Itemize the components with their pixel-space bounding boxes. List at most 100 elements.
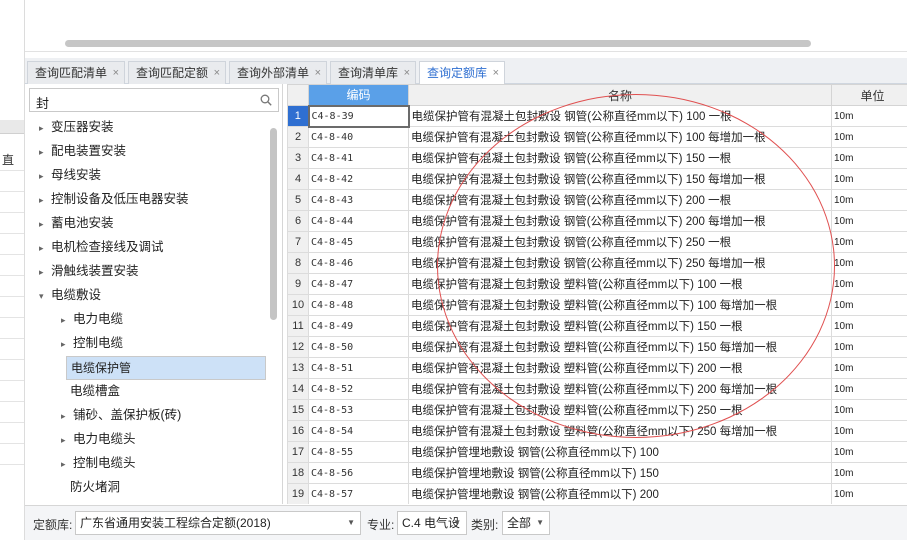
tree-item-cable-laying[interactable]: ▾ 电缆敷设 bbox=[39, 284, 101, 306]
table-row[interactable]: 9 C4-8-47 电缆保护管有混凝土包封敷设 塑料管(公称直径mm以下) 100 … bbox=[287, 273, 907, 295]
name-cell[interactable]: 电缆保护管有混凝土包封敷设 钢管(公称直径mm以下) 250 每增加一根 bbox=[408, 252, 832, 274]
code-cell[interactable]: C4-8-57 bbox=[308, 483, 409, 504]
code-cell[interactable]: C4-8-54 bbox=[308, 420, 409, 442]
row-number[interactable]: 9 bbox=[287, 273, 309, 295]
unit-column-header[interactable]: 单位 bbox=[831, 84, 907, 106]
row-number[interactable]: 13 bbox=[287, 357, 309, 379]
code-cell[interactable]: C4-8-45 bbox=[308, 231, 409, 253]
tree-item-control-cable-head[interactable]: ▸ 控制电缆头 bbox=[61, 452, 136, 474]
row-number[interactable]: 10 bbox=[287, 294, 309, 316]
code-cell[interactable]: C4-8-53 bbox=[308, 399, 409, 421]
tree-item-control-cable[interactable]: ▸ 控制电缆 bbox=[61, 332, 123, 354]
expand-arrow-icon[interactable]: ▸ bbox=[39, 141, 51, 163]
unit-cell[interactable]: 10m bbox=[831, 189, 907, 211]
tree-item-battery[interactable]: ▸ 蓄电池安装 bbox=[39, 212, 114, 234]
tab-query-external-list[interactable]: 查询外部清单 × bbox=[229, 61, 327, 84]
expand-arrow-icon[interactable]: ▸ bbox=[39, 165, 51, 187]
unit-cell[interactable]: 10m bbox=[831, 294, 907, 316]
code-cell[interactable]: C4-8-49 bbox=[308, 315, 409, 337]
name-column-header[interactable]: 名称 bbox=[408, 84, 832, 106]
expand-arrow-icon[interactable]: ▸ bbox=[61, 429, 73, 451]
code-cell[interactable]: C4-8-50 bbox=[308, 336, 409, 358]
row-number[interactable]: 1 bbox=[287, 105, 309, 127]
unit-cell[interactable]: 10m bbox=[831, 336, 907, 358]
tree-vertical-scrollbar[interactable] bbox=[270, 128, 277, 320]
unit-cell[interactable]: 10m bbox=[831, 231, 907, 253]
unit-cell[interactable]: 10m bbox=[831, 357, 907, 379]
row-number[interactable]: 16 bbox=[287, 420, 309, 442]
row-number[interactable]: 5 bbox=[287, 189, 309, 211]
expand-arrow-icon[interactable]: ▸ bbox=[39, 237, 51, 259]
unit-cell[interactable]: 10m bbox=[831, 441, 907, 463]
name-cell[interactable]: 电缆保护管有混凝土包封敷设 钢管(公称直径mm以下) 100 一根 bbox=[408, 105, 832, 127]
code-cell[interactable]: C4-8-43 bbox=[308, 189, 409, 211]
unit-cell[interactable]: 10m bbox=[831, 168, 907, 190]
tree-item-trolley-line[interactable]: ▸ 滑触线装置安装 bbox=[39, 260, 139, 282]
name-cell[interactable]: 电缆保护管有混凝土包封敷设 塑料管(公称直径mm以下) 200 每增加一根 bbox=[408, 378, 832, 400]
code-cell[interactable]: C4-8-51 bbox=[308, 357, 409, 379]
close-icon[interactable]: × bbox=[404, 62, 410, 84]
table-row[interactable]: 7 C4-8-45 电缆保护管有混凝土包封敷设 钢管(公称直径mm以下) 250 一… bbox=[287, 231, 907, 253]
unit-cell[interactable]: 10m bbox=[831, 252, 907, 274]
tab-query-matching-quota[interactable]: 查询匹配定额 × bbox=[128, 61, 226, 84]
close-icon[interactable]: × bbox=[315, 62, 321, 84]
code-cell[interactable]: C4-8-42 bbox=[308, 168, 409, 190]
tab-query-matching-list[interactable]: 查询匹配清单 × bbox=[27, 61, 125, 84]
name-cell[interactable]: 电缆保护管有混凝土包封敷设 塑料管(公称直径mm以下) 100 每增加一根 bbox=[408, 294, 832, 316]
name-cell[interactable]: 电缆保护管埋地敷设 钢管(公称直径mm以下) 150 bbox=[408, 462, 832, 484]
expand-arrow-icon[interactable]: ▸ bbox=[39, 117, 51, 139]
table-row[interactable]: 11 C4-8-49 电缆保护管有混凝土包封敷设 塑料管(公称直径mm以下) 150… bbox=[287, 315, 907, 337]
tree-item-fire-sealing[interactable]: 防火堵洞 bbox=[70, 476, 120, 498]
row-number[interactable]: 14 bbox=[287, 378, 309, 400]
name-cell[interactable]: 电缆保护管有混凝土包封敷设 塑料管(公称直径mm以下) 200 一根 bbox=[408, 357, 832, 379]
collapse-arrow-icon[interactable]: ▾ bbox=[39, 285, 51, 307]
row-number[interactable]: 17 bbox=[287, 441, 309, 463]
code-cell[interactable]: C4-8-55 bbox=[308, 441, 409, 463]
tree-item-power-cable[interactable]: ▸ 电力电缆 bbox=[61, 308, 123, 330]
unit-cell[interactable]: 10m bbox=[831, 399, 907, 421]
table-row[interactable]: 1 C4-8-39 电缆保护管有混凝土包封敷设 钢管(公称直径mm以下) 100 一… bbox=[287, 104, 907, 128]
close-icon[interactable]: × bbox=[113, 62, 119, 84]
unit-cell[interactable]: 10m bbox=[831, 147, 907, 169]
table-row[interactable]: 16 C4-8-54 电缆保护管有混凝土包封敷设 塑料管(公称直径mm以下) 250… bbox=[287, 420, 907, 442]
table-row[interactable]: 3 C4-8-41 电缆保护管有混凝土包封敷设 钢管(公称直径mm以下) 150 一… bbox=[287, 147, 907, 169]
name-cell[interactable]: 电缆保护管有混凝土包封敷设 钢管(公称直径mm以下) 200 一根 bbox=[408, 189, 832, 211]
expand-arrow-icon[interactable]: ▸ bbox=[39, 213, 51, 235]
name-cell[interactable]: 电缆保护管有混凝土包封敷设 钢管(公称直径mm以下) 200 每增加一根 bbox=[408, 210, 832, 232]
table-row[interactable]: 14 C4-8-52 电缆保护管有混凝土包封敷设 塑料管(公称直径mm以下) 200… bbox=[287, 378, 907, 400]
table-row[interactable]: 18 C4-8-56 电缆保护管埋地敷设 钢管(公称直径mm以下) 150 10m bbox=[287, 462, 907, 484]
code-cell[interactable]: C4-8-52 bbox=[308, 378, 409, 400]
tree-item-control-equipment[interactable]: ▸ 控制设备及低压电器安装 bbox=[39, 188, 189, 210]
table-row[interactable]: 17 C4-8-55 电缆保护管埋地敷设 钢管(公称直径mm以下) 100 10m bbox=[287, 441, 907, 463]
row-number[interactable]: 4 bbox=[287, 168, 309, 190]
expand-arrow-icon[interactable]: ▸ bbox=[61, 453, 73, 475]
row-number[interactable]: 7 bbox=[287, 231, 309, 253]
tree-item-transformer[interactable]: ▸ 变压器安装 bbox=[39, 116, 114, 138]
unit-cell[interactable]: 10m bbox=[831, 462, 907, 484]
table-row[interactable]: 2 C4-8-40 电缆保护管有混凝土包封敷设 钢管(公称直径mm以下) 100 每… bbox=[287, 126, 907, 148]
table-row[interactable]: 13 C4-8-51 电缆保护管有混凝土包封敷设 塑料管(公称直径mm以下) 200… bbox=[287, 357, 907, 379]
tree-item-busbar[interactable]: ▸ 母线安装 bbox=[39, 164, 101, 186]
code-cell[interactable]: C4-8-41 bbox=[308, 147, 409, 169]
row-number[interactable]: 19 bbox=[287, 483, 309, 504]
name-cell[interactable]: 电缆保护管有混凝土包封敷设 钢管(公称直径mm以下) 150 一根 bbox=[408, 147, 832, 169]
unit-cell[interactable]: 10m bbox=[831, 273, 907, 295]
row-number[interactable]: 6 bbox=[287, 210, 309, 232]
row-number[interactable]: 12 bbox=[287, 336, 309, 358]
tree-item-cable-protection-pipe[interactable]: 电缆保护管 bbox=[66, 356, 266, 380]
name-cell[interactable]: 电缆保护管埋地敷设 钢管(公称直径mm以下) 200 bbox=[408, 483, 832, 504]
tree-item-distribution[interactable]: ▸ 配电装置安装 bbox=[39, 140, 126, 162]
table-row[interactable]: 19 C4-8-57 电缆保护管埋地敷设 钢管(公称直径mm以下) 200 10m bbox=[287, 483, 907, 504]
unit-cell[interactable]: 10m bbox=[831, 126, 907, 148]
table-row[interactable]: 15 C4-8-53 电缆保护管有混凝土包封敷设 塑料管(公称直径mm以下) 250… bbox=[287, 399, 907, 421]
name-cell[interactable]: 电缆保护管有混凝土包封敷设 钢管(公称直径mm以下) 150 每增加一根 bbox=[408, 168, 832, 190]
name-cell[interactable]: 电缆保护管有混凝土包封敷设 塑料管(公称直径mm以下) 150 一根 bbox=[408, 315, 832, 337]
code-column-header[interactable]: 编码 bbox=[308, 84, 409, 106]
code-cell[interactable]: C4-8-40 bbox=[308, 126, 409, 148]
code-cell[interactable]: C4-8-46 bbox=[308, 252, 409, 274]
search-input[interactable]: 封 bbox=[29, 88, 279, 112]
code-cell[interactable]: C4-8-56 bbox=[308, 462, 409, 484]
search-icon[interactable] bbox=[260, 94, 272, 106]
unit-cell[interactable]: 10m bbox=[831, 483, 907, 504]
row-number[interactable]: 8 bbox=[287, 252, 309, 274]
